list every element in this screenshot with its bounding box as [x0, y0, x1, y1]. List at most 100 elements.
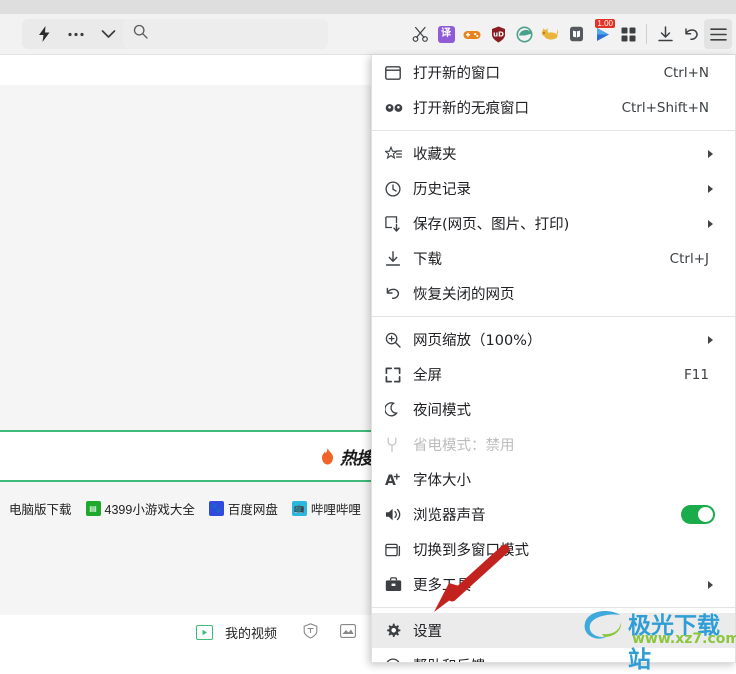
bookmark-item[interactable]: 📺 哔哩哔哩 [291, 499, 361, 518]
scissors-icon[interactable] [407, 19, 433, 49]
menu-item-new-incognito-window[interactable]: 打开新的无痕窗口 Ctrl+Shift+N [372, 90, 735, 125]
bookmark-favicon: ▤ [85, 500, 101, 516]
menu-item-downloads[interactable]: 下载 Ctrl+J [372, 241, 735, 276]
hot-search-badge[interactable]: 热搜 [320, 444, 373, 469]
new-window-icon [385, 65, 413, 81]
submenu-arrow-icon [708, 580, 713, 589]
browser-extension-icon[interactable] [511, 19, 537, 49]
page-search-card: 热搜 [0, 430, 380, 482]
menu-item-label: 网页缩放（100%） [413, 333, 542, 349]
bookmark-favicon: 🐾 [208, 500, 224, 516]
toolbar-divider [646, 24, 647, 44]
menu-item-new-window[interactable]: 打开新的窗口 Ctrl+N [372, 55, 735, 90]
menu-item-browser-sound[interactable]: 浏览器声音 [372, 497, 735, 532]
download-icon[interactable] [652, 19, 678, 49]
my-video-entry[interactable]: 我的视频 [196, 623, 356, 642]
ublock-extension-icon[interactable]: uD [485, 19, 511, 49]
gamepad-extension-icon[interactable] [459, 19, 485, 49]
speaker-icon [385, 507, 413, 522]
my-video-label: 我的视频 [225, 626, 278, 641]
menu-item-label: 保存(网页、图片、打印) [413, 217, 570, 233]
window-switch-icon [385, 542, 413, 558]
cat-extension-icon[interactable] [537, 19, 563, 49]
lightning-icon[interactable] [28, 20, 60, 48]
moon-icon [385, 401, 413, 418]
menu-item-power-save: 省电模式：禁用 [372, 427, 735, 462]
book-extension-icon[interactable] [563, 19, 589, 49]
bookmark-bar: 电脑版下载 ▤ 4399小游戏大全 🐾 百度网盘 📺 哔哩哔哩 [0, 490, 390, 526]
clock-icon [385, 180, 413, 197]
bookmark-item[interactable]: 🐾 百度网盘 [208, 499, 278, 518]
menu-item-reopen-closed[interactable]: 恢复关闭的网页 [372, 276, 735, 311]
flame-icon [320, 448, 335, 465]
bookmark-item[interactable]: ▤ 4399小游戏大全 [85, 499, 195, 518]
menu-item-label: 下载 [413, 252, 442, 268]
menu-item-font-size[interactable]: A 字体大小 [372, 462, 735, 497]
menu-item-label: 切换到多窗口模式 [413, 543, 529, 559]
menu-item-shortcut: Ctrl+N [663, 64, 709, 81]
menu-item-night-mode[interactable]: 夜间模式 [372, 392, 735, 427]
watermark-url: www.xz7.com [632, 631, 736, 647]
bookmark-label: 电脑版下载 [9, 502, 72, 517]
save-page-icon [385, 215, 413, 232]
watermark: 极光下载站 www.xz7.com [580, 604, 736, 673]
zoom-icon [385, 332, 413, 348]
restore-icon [385, 286, 413, 302]
more-icon[interactable] [60, 20, 92, 48]
submenu-arrow-icon [708, 149, 713, 158]
image-icon[interactable] [340, 624, 356, 641]
menu-item-history[interactable]: 历史记录 [372, 171, 735, 206]
menu-item-label: 夜间模式 [413, 403, 471, 419]
chevron-down-icon[interactable] [92, 20, 124, 48]
menu-item-label: 帮助和反馈 [413, 655, 486, 662]
menu-item-label: 收藏夹 [413, 147, 457, 163]
submenu-arrow-icon [708, 184, 713, 193]
shield-icon[interactable] [303, 623, 318, 642]
bookmark-label: 百度网盘 [227, 502, 278, 517]
video-extension-icon[interactable]: 1.00 [589, 19, 615, 49]
menu-item-shortcut: Ctrl+Shift+N [621, 99, 709, 116]
menu-item-save[interactable]: 保存(网页、图片、打印) [372, 206, 735, 241]
menu-item-label: 恢复关闭的网页 [413, 287, 515, 303]
bookmark-favicon [0, 501, 5, 516]
menu-item-shortcut: Ctrl+J [669, 250, 709, 267]
fullscreen-icon [385, 367, 413, 383]
toolbox-icon [385, 577, 413, 592]
svg-text:uD: uD [493, 30, 504, 38]
toolbar-left-group [22, 19, 130, 49]
bookmark-item[interactable]: 电脑版下载 [0, 499, 72, 518]
menu-separator [372, 130, 735, 131]
search-input[interactable] [123, 19, 328, 49]
translate-extension-icon[interactable]: 译 [433, 19, 459, 49]
menu-item-fullscreen[interactable]: 全屏 F11 [372, 357, 735, 392]
menu-item-multi-window-mode[interactable]: 切换到多窗口模式 [372, 532, 735, 567]
menu-item-label: 历史记录 [413, 182, 471, 198]
toolbar-right-group: 译 uD 1.00 [407, 19, 732, 49]
play-icon [196, 625, 213, 640]
search-icon [133, 24, 148, 44]
menu-item-more-tools[interactable]: 更多工具 [372, 567, 735, 602]
font-size-icon: A [385, 472, 413, 488]
menu-item-bookmarks[interactable]: 收藏夹 [372, 136, 735, 171]
menu-item-label: 设置 [413, 624, 442, 640]
gear-icon [385, 623, 413, 639]
submenu-arrow-icon [708, 219, 713, 228]
undo-icon[interactable] [678, 19, 704, 49]
help-icon: ? [385, 657, 413, 662]
incognito-icon [385, 103, 413, 113]
bookmark-favicon: 📺 [291, 500, 307, 516]
apps-grid-icon[interactable] [615, 19, 641, 49]
menu-item-label: 省电模式：禁用 [413, 438, 515, 454]
browser-sound-toggle[interactable] [681, 505, 715, 524]
hamburger-menu-button[interactable] [704, 19, 732, 49]
menu-item-label: 打开新的无痕窗口 [413, 101, 529, 117]
menu-item-page-zoom[interactable]: 网页缩放（100%） [372, 322, 735, 357]
menu-item-shortcut: F11 [684, 366, 709, 383]
bookmark-label: 4399小游戏大全 [104, 502, 195, 517]
menu-separator [372, 316, 735, 317]
menu-item-label: 打开新的窗口 [413, 66, 500, 82]
menu-item-label: 浏览器声音 [413, 508, 486, 524]
star-list-icon [385, 145, 413, 162]
svg-text:A: A [385, 473, 396, 488]
plug-icon [385, 437, 413, 453]
